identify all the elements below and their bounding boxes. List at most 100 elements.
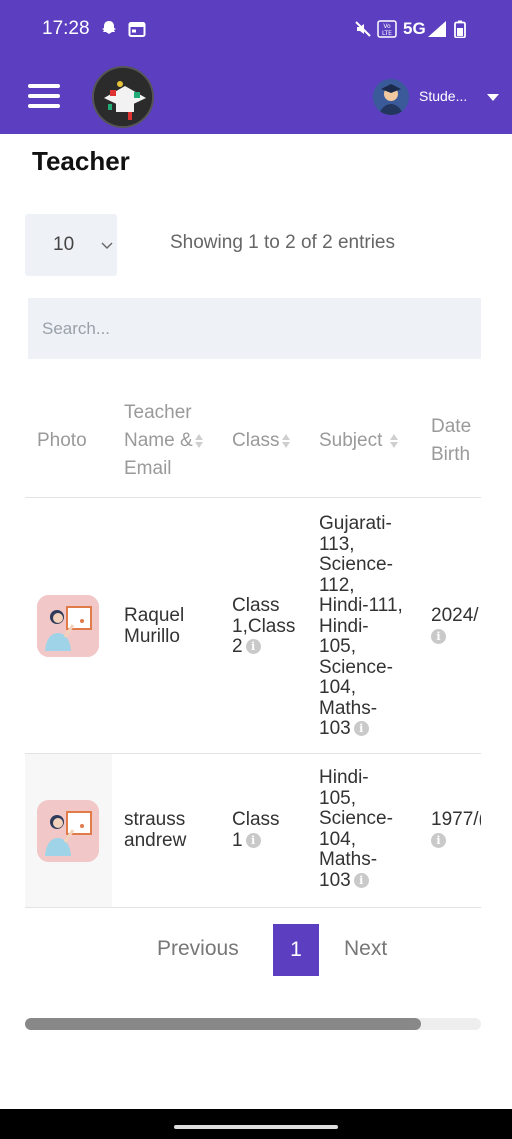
teacher-photo [37, 800, 99, 862]
column-header-name-line2: Name & [124, 427, 216, 455]
info-icon[interactable]: i [431, 832, 446, 848]
column-header-dob-line1: Date [431, 416, 472, 437]
signal-icon [428, 21, 446, 37]
next-button[interactable]: Next [344, 937, 387, 961]
entries-info: Showing 1 to 2 of 2 entries [170, 232, 395, 253]
teacher-name-line2: andrew [124, 829, 187, 851]
class-line2: 1i [232, 830, 280, 852]
column-header-name-line1: Teacher [124, 402, 192, 423]
subject-line-text: 103 [319, 718, 351, 739]
teacher-subject: Hindi- 105, Science- 104, Maths- 103 i [319, 767, 393, 892]
status-bar: 17:28 Vo LTE 5G [0, 0, 512, 60]
teacher-name: strauss andrew [124, 809, 187, 851]
pagination: Previous 1 Next [0, 924, 512, 976]
user-name[interactable]: Stude... [419, 88, 467, 104]
svg-text:Vo: Vo [383, 23, 391, 30]
dob-value: 1977/( [431, 809, 481, 830]
column-header-class[interactable]: Class [232, 427, 291, 455]
teacher-dob: 2024/ i [431, 605, 479, 648]
column-header-dob[interactable]: Date Birth [431, 413, 471, 469]
chevron-down-icon[interactable] [487, 94, 499, 101]
class-line3-text: 2 [232, 636, 243, 657]
dob-info: i [431, 627, 479, 648]
column-header-class-label: Class [232, 430, 280, 451]
info-icon[interactable]: i [353, 872, 369, 888]
teacher-name-line2: Murillo [124, 625, 180, 647]
teacher-name: Raquel Murillo [124, 605, 184, 647]
teacher-photo [37, 595, 99, 657]
network-type: 5G [403, 19, 426, 38]
teacher-class: Class 1,Class 2i [232, 595, 296, 658]
teacher-subject: Gujarati- 113, Science- 112, Hindi-111, … [319, 513, 403, 740]
column-header-photo[interactable]: Photo [37, 427, 87, 455]
avatar[interactable] [373, 79, 409, 115]
column-header-photo-label: Photo [37, 430, 87, 451]
info-icon[interactable]: i [245, 832, 261, 848]
column-header-subject[interactable]: Subject [319, 427, 399, 455]
subject-line: 105, [319, 636, 356, 657]
column-header-dob-line2: Birth [431, 444, 471, 465]
subject-line: Maths- [319, 697, 378, 719]
class-line2: 1,Class [232, 615, 296, 637]
column-header-subject-label: Subject [319, 430, 383, 451]
subject-line: Science- [319, 554, 393, 575]
snapchat-icon [102, 21, 116, 34]
dob-value: 2024/ [431, 605, 479, 626]
menu-icon[interactable] [28, 84, 60, 108]
subject-line: Hindi- [319, 615, 369, 637]
photo-cell [25, 498, 112, 753]
subject-line: Hindi- [319, 767, 369, 788]
table-bottom-border [25, 907, 481, 908]
sort-icon [281, 433, 291, 449]
subject-line: Science- [319, 808, 393, 829]
column-header-teacher-name[interactable]: Teacher Name & Email [124, 399, 216, 483]
info-icon[interactable]: i [245, 639, 261, 655]
subject-line: 104, [319, 677, 356, 698]
status-time: 17:28 [42, 18, 90, 39]
school-logo[interactable] [92, 66, 154, 128]
subject-line: 103 i [319, 718, 403, 740]
subject-line: Hindi-111, [319, 595, 403, 616]
class-line1: Class [232, 809, 280, 830]
subject-line: 103 i [319, 869, 393, 892]
subject-line-text: 103 [319, 869, 351, 891]
class-line1: Class [232, 595, 280, 616]
sort-icon [389, 433, 399, 449]
teacher-table: Photo Teacher Name & Email Class Subject… [25, 380, 481, 910]
subject-line: 113, [319, 533, 355, 555]
app-header: 17:28 Vo LTE 5G Stude... [0, 0, 512, 134]
subject-line: Gujarati- [319, 513, 392, 534]
teacher-class: Class 1i [232, 809, 280, 852]
previous-button[interactable]: Previous [157, 937, 239, 961]
teacher-dob: 1977/( i [431, 809, 481, 852]
column-header-name-line2-text: Name & [124, 430, 193, 451]
page-1-button[interactable]: 1 [273, 924, 319, 976]
info-icon[interactable]: i [353, 721, 369, 737]
page-length-select[interactable]: 10 [25, 214, 117, 276]
sort-icon [194, 433, 204, 449]
subject-line: 105, [319, 787, 356, 809]
dob-info: i [431, 831, 481, 852]
info-icon[interactable]: i [431, 628, 446, 644]
search-input[interactable] [28, 298, 481, 359]
column-header-name-line3: Email [124, 458, 172, 479]
table-row: strauss andrew Class 1i Hindi- 105, Scie… [25, 753, 481, 907]
scrollbar-thumb[interactable] [25, 1018, 421, 1030]
page-length-value: 10 [53, 234, 75, 255]
page-title: Teacher [32, 146, 130, 176]
class-line3: 2i [232, 636, 295, 658]
home-gesture-handle[interactable] [174, 1125, 338, 1129]
horizontal-scrollbar[interactable] [25, 1018, 481, 1030]
subject-line: 104, [319, 828, 356, 850]
volte-icon: VoLTE [377, 20, 397, 38]
photo-cell [25, 754, 112, 907]
system-nav-bar [0, 1109, 512, 1139]
subject-line: Maths- [319, 849, 378, 870]
calendar-icon [128, 22, 146, 37]
table-row: Raquel Murillo Class 1,Class 2i Gujarati… [25, 497, 481, 753]
svg-text:LTE: LTE [382, 30, 392, 37]
chevron-down-icon [101, 242, 113, 249]
battery-icon [454, 20, 466, 38]
subject-line: 112, [319, 574, 355, 596]
subject-line: Science- [319, 656, 393, 678]
